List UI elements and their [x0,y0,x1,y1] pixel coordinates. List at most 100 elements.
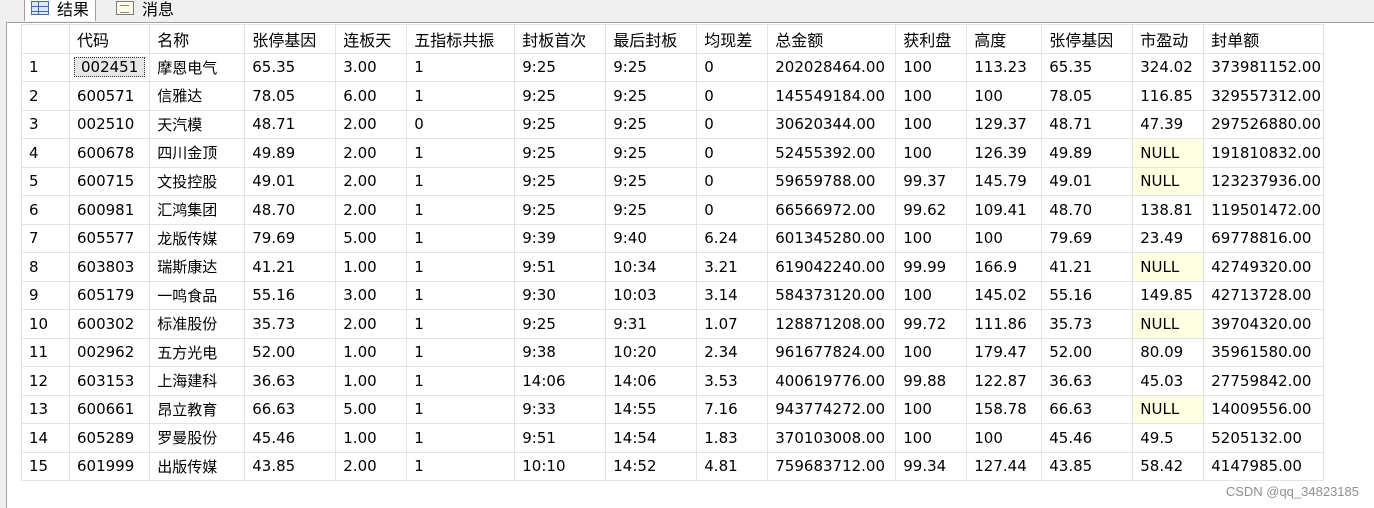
table-cell[interactable]: 1.07 [696,309,769,339]
table-cell[interactable]: NULL [1132,394,1205,424]
table-cell[interactable]: 100 [895,223,968,253]
table-cell[interactable]: 759683712.00 [767,451,897,481]
table-row[interactable]: 5 600715 文投控股 49.01 2.00 1 9:25 9:25 0 59659788.0… [21,166,1325,196]
row-number-cell[interactable]: 14 [21,423,70,453]
table-cell[interactable]: 9:25 [514,166,607,196]
table-cell[interactable]: 7.16 [696,394,769,424]
table-cell[interactable]: 10:03 [605,280,698,310]
table-cell[interactable]: 14:55 [605,394,698,424]
row-number-cell[interactable]: 8 [21,252,70,282]
table-cell[interactable]: 9:30 [514,280,607,310]
column-header[interactable]: 获利盘 [895,24,968,54]
table-cell[interactable]: 600981 [68,195,151,225]
table-row[interactable]: 2 600571 信雅达 78.05 6.00 1 9:25 9:25 0 145549184.0… [21,81,1325,111]
table-cell[interactable]: 3.21 [696,252,769,282]
table-cell[interactable]: 149.85 [1132,280,1205,310]
table-row[interactable]: 7 605577 龙版传媒 79.69 5.00 1 9:39 9:40 6.24 6013452… [21,223,1325,253]
table-row[interactable]: 9 605179 一鸣食品 55.16 3.00 1 9:30 10:03 3.14 584373… [21,280,1325,310]
row-number-header[interactable] [21,24,70,54]
table-cell[interactable]: 99.99 [895,252,968,282]
table-cell[interactable]: 179.47 [966,337,1043,367]
table-cell[interactable]: 605289 [68,423,151,453]
table-cell[interactable]: 619042240.00 [767,252,897,282]
table-cell[interactable]: 1.83 [696,423,769,453]
table-cell[interactable]: 9:25 [605,195,698,225]
table-cell[interactable]: 48.71 [244,109,337,139]
table-cell[interactable]: 603153 [68,366,151,396]
table-cell[interactable]: 100 [895,423,968,453]
row-number-cell[interactable]: 4 [21,138,70,168]
table-cell[interactable]: 0 [696,109,769,139]
table-cell[interactable]: 出版传媒 [149,451,246,481]
table-cell[interactable]: 1 [406,81,516,111]
table-cell[interactable]: 35.73 [244,309,337,339]
table-cell[interactable]: 128871208.00 [767,309,897,339]
table-cell[interactable]: 6.00 [335,81,408,111]
table-cell[interactable]: 2.00 [335,166,408,196]
table-cell[interactable]: 43.85 [1041,451,1134,481]
table-cell[interactable]: 1.00 [335,337,408,367]
table-cell[interactable]: 47.39 [1132,109,1205,139]
table-cell[interactable]: 55.16 [244,280,337,310]
table-cell[interactable]: 9:25 [514,81,607,111]
table-cell[interactable]: 龙版传媒 [149,223,246,253]
table-cell[interactable]: 600571 [68,81,151,111]
table-cell[interactable]: 99.72 [895,309,968,339]
table-row[interactable]: 6 600981 汇鸿集团 48.70 2.00 1 9:25 9:25 0 66566972.0… [21,195,1325,225]
table-row[interactable]: 10 600302 标准股份 35.73 2.00 1 9:25 9:31 1.07 128871… [21,309,1325,339]
table-cell[interactable]: 66.63 [1041,394,1134,424]
table-cell[interactable]: 36.63 [244,366,337,396]
table-cell[interactable]: 45.46 [244,423,337,453]
table-cell[interactable]: 9:25 [605,52,698,82]
table-cell[interactable]: 14:06 [605,366,698,396]
table-cell[interactable]: 100 [895,81,968,111]
table-cell[interactable]: 1 [406,451,516,481]
table-cell[interactable]: 0 [696,166,769,196]
selected-cell[interactable]: 002451 [68,52,151,82]
table-cell[interactable]: 4147985.00 [1203,451,1325,481]
table-cell[interactable]: 601345280.00 [767,223,897,253]
table-cell[interactable]: 9:25 [514,195,607,225]
table-cell[interactable]: 9:25 [514,52,607,82]
table-cell[interactable]: 9:25 [605,166,698,196]
table-cell[interactable]: 1 [406,223,516,253]
table-cell[interactable]: 信雅达 [149,81,246,111]
table-cell[interactable]: 3.53 [696,366,769,396]
table-cell[interactable]: 78.05 [244,81,337,111]
table-cell[interactable]: 36.63 [1041,366,1134,396]
table-cell[interactable]: 1.00 [335,423,408,453]
table-cell[interactable]: 129.37 [966,109,1043,139]
table-cell[interactable]: 100 [895,394,968,424]
table-cell[interactable]: 摩恩电气 [149,52,246,82]
row-number-cell[interactable]: 13 [21,394,70,424]
table-cell[interactable]: 23.49 [1132,223,1205,253]
table-cell[interactable]: 99.37 [895,166,968,196]
table-cell[interactable]: 49.89 [1041,138,1134,168]
table-cell[interactable]: 4.81 [696,451,769,481]
table-cell[interactable]: 600302 [68,309,151,339]
table-cell[interactable]: 600661 [68,394,151,424]
table-cell[interactable]: 0 [696,81,769,111]
table-cell[interactable]: 27759842.00 [1203,366,1325,396]
table-row[interactable]: 1 002451 摩恩电气 65.35 3.00 1 9:25 9:25 0 202028464.… [21,52,1325,82]
table-cell[interactable]: 0 [406,109,516,139]
table-cell[interactable]: 202028464.00 [767,52,897,82]
column-header[interactable]: 张停基因 [244,24,337,54]
row-number-cell[interactable]: 9 [21,280,70,310]
column-header[interactable]: 连板天 [335,24,408,54]
row-number-cell[interactable]: 15 [21,451,70,481]
table-cell[interactable]: 191810832.00 [1203,138,1325,168]
table-cell[interactable]: 2.00 [335,138,408,168]
table-cell[interactable]: 943774272.00 [767,394,897,424]
table-cell[interactable]: 52.00 [244,337,337,367]
table-cell[interactable]: 9:25 [514,138,607,168]
table-cell[interactable]: 5.00 [335,394,408,424]
table-cell[interactable]: NULL [1132,252,1205,282]
table-cell[interactable]: 35.73 [1041,309,1134,339]
table-cell[interactable]: 汇鸿集团 [149,195,246,225]
column-header[interactable]: 总金额 [767,24,897,54]
table-cell[interactable]: 119501472.00 [1203,195,1325,225]
row-number-cell[interactable]: 10 [21,309,70,339]
table-row[interactable]: 4 600678 四川金顶 49.89 2.00 1 9:25 9:25 0 52455392.0… [21,138,1325,168]
row-number-cell[interactable]: 11 [21,337,70,367]
